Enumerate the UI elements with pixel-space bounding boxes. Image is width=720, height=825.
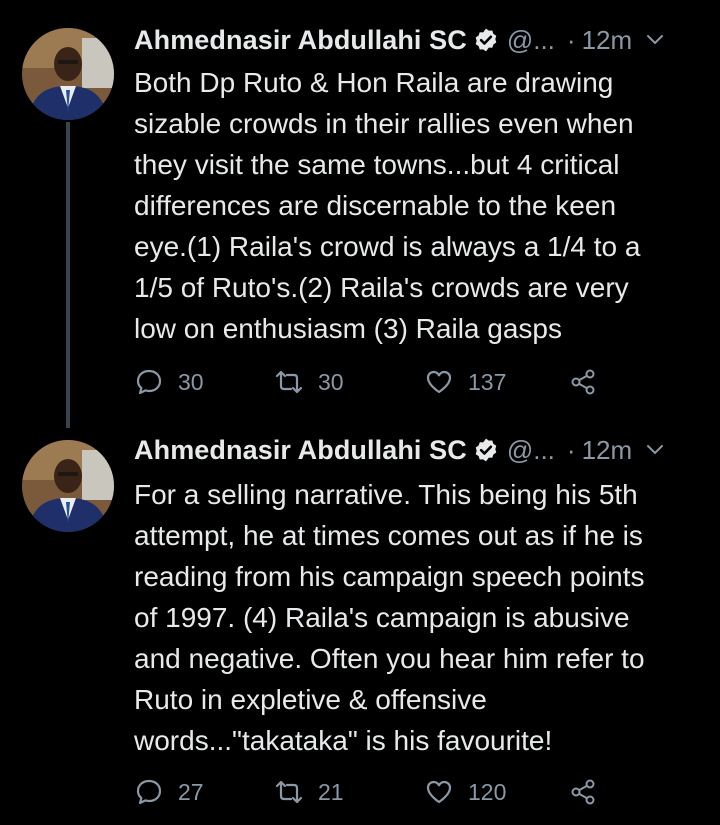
- author-handle[interactable]: @...: [507, 435, 555, 466]
- tweet-text-line: of 1997. (4) Raila's campaign is abusive: [134, 602, 630, 633]
- tweet-text-line: sizable crowds in their rallies even whe…: [134, 108, 634, 139]
- tweet-text-line: Both Dp Ruto & Hon Raila are drawing: [134, 67, 614, 98]
- tweet-actions: 30 30 137: [134, 362, 614, 402]
- heart-icon: [426, 370, 452, 394]
- reply-count: 30: [178, 368, 204, 395]
- tweet-text-line: they visit the same towns...but 4 critic…: [134, 149, 620, 180]
- tweet-text-line: For a selling narrative. This being his …: [134, 479, 638, 510]
- tweet-text: Both Dp Ruto & Hon Raila are drawing siz…: [134, 62, 704, 349]
- tweet-text-line: reading from his campaign speech points: [134, 561, 645, 592]
- tweet-text-line: low on enthusiasm (3) Raila gasps: [134, 313, 562, 344]
- like-count: 137: [468, 368, 507, 395]
- retweet-icon: [275, 370, 303, 394]
- like-button[interactable]: 120: [424, 777, 506, 807]
- share-icon: [571, 369, 595, 395]
- thread-connector-line: [66, 122, 70, 428]
- like-count: 120: [468, 778, 507, 805]
- tweet[interactable]: Ahmednasir Abdullahi SC @... · 12m Both …: [0, 0, 720, 428]
- author-name[interactable]: Ahmednasir Abdullahi SC: [134, 435, 467, 466]
- heart-icon: [426, 780, 452, 804]
- like-button[interactable]: 137: [424, 367, 506, 397]
- retweet-icon: [275, 780, 303, 804]
- tweet-text-line: 1/5 of Ruto's.(2) Raila's crowds are ver…: [134, 272, 629, 303]
- tweet-text-line: differences are discernable to the keen: [134, 190, 617, 221]
- author-handle[interactable]: @...: [507, 25, 555, 56]
- separator-dot: ·: [566, 24, 576, 55]
- retweet-button[interactable]: 30: [274, 367, 344, 397]
- tweet-text-line: attempt, he at times comes out as if he …: [134, 520, 643, 551]
- retweet-count: 30: [318, 368, 344, 395]
- avatar[interactable]: [22, 440, 114, 532]
- tweet-text-line: and negative. Often you hear him refer t…: [134, 643, 645, 674]
- tweet-header: Ahmednasir Abdullahi SC @... · 12m: [134, 430, 700, 470]
- separator-dot: ·: [566, 434, 576, 465]
- reply-icon: [136, 369, 162, 395]
- tweet-text-line: words..."takataka" is his favourite!: [134, 725, 553, 756]
- share-button[interactable]: [568, 367, 598, 397]
- reply-icon: [136, 779, 162, 805]
- reply-button[interactable]: 27: [134, 777, 204, 807]
- retweet-button[interactable]: 21: [274, 777, 344, 807]
- timestamp[interactable]: 12m: [582, 25, 633, 56]
- tweet-header: Ahmednasir Abdullahi SC @... · 12m: [134, 20, 700, 60]
- tweet[interactable]: Ahmednasir Abdullahi SC @... · 12m For a…: [0, 428, 720, 825]
- reply-count: 27: [178, 778, 204, 805]
- tweet-actions: 27 21 120: [134, 772, 614, 812]
- author-name[interactable]: Ahmednasir Abdullahi SC: [134, 25, 467, 56]
- share-icon: [571, 779, 595, 805]
- tweet-text-line: eye.(1) Raila's crowd is always a 1/4 to…: [134, 231, 641, 262]
- tweet-text: For a selling narrative. This being his …: [134, 474, 704, 761]
- avatar[interactable]: [22, 28, 114, 120]
- timestamp[interactable]: 12m: [582, 435, 633, 466]
- reply-button[interactable]: 30: [134, 367, 204, 397]
- chevron-down-icon[interactable]: [646, 444, 664, 456]
- chevron-down-icon[interactable]: [646, 34, 664, 46]
- retweet-count: 21: [318, 778, 344, 805]
- tweet-text-line: Ruto in expletive & offensive: [134, 684, 487, 715]
- share-button[interactable]: [568, 777, 598, 807]
- verified-badge-icon: [475, 438, 497, 462]
- verified-badge-icon: [475, 28, 497, 52]
